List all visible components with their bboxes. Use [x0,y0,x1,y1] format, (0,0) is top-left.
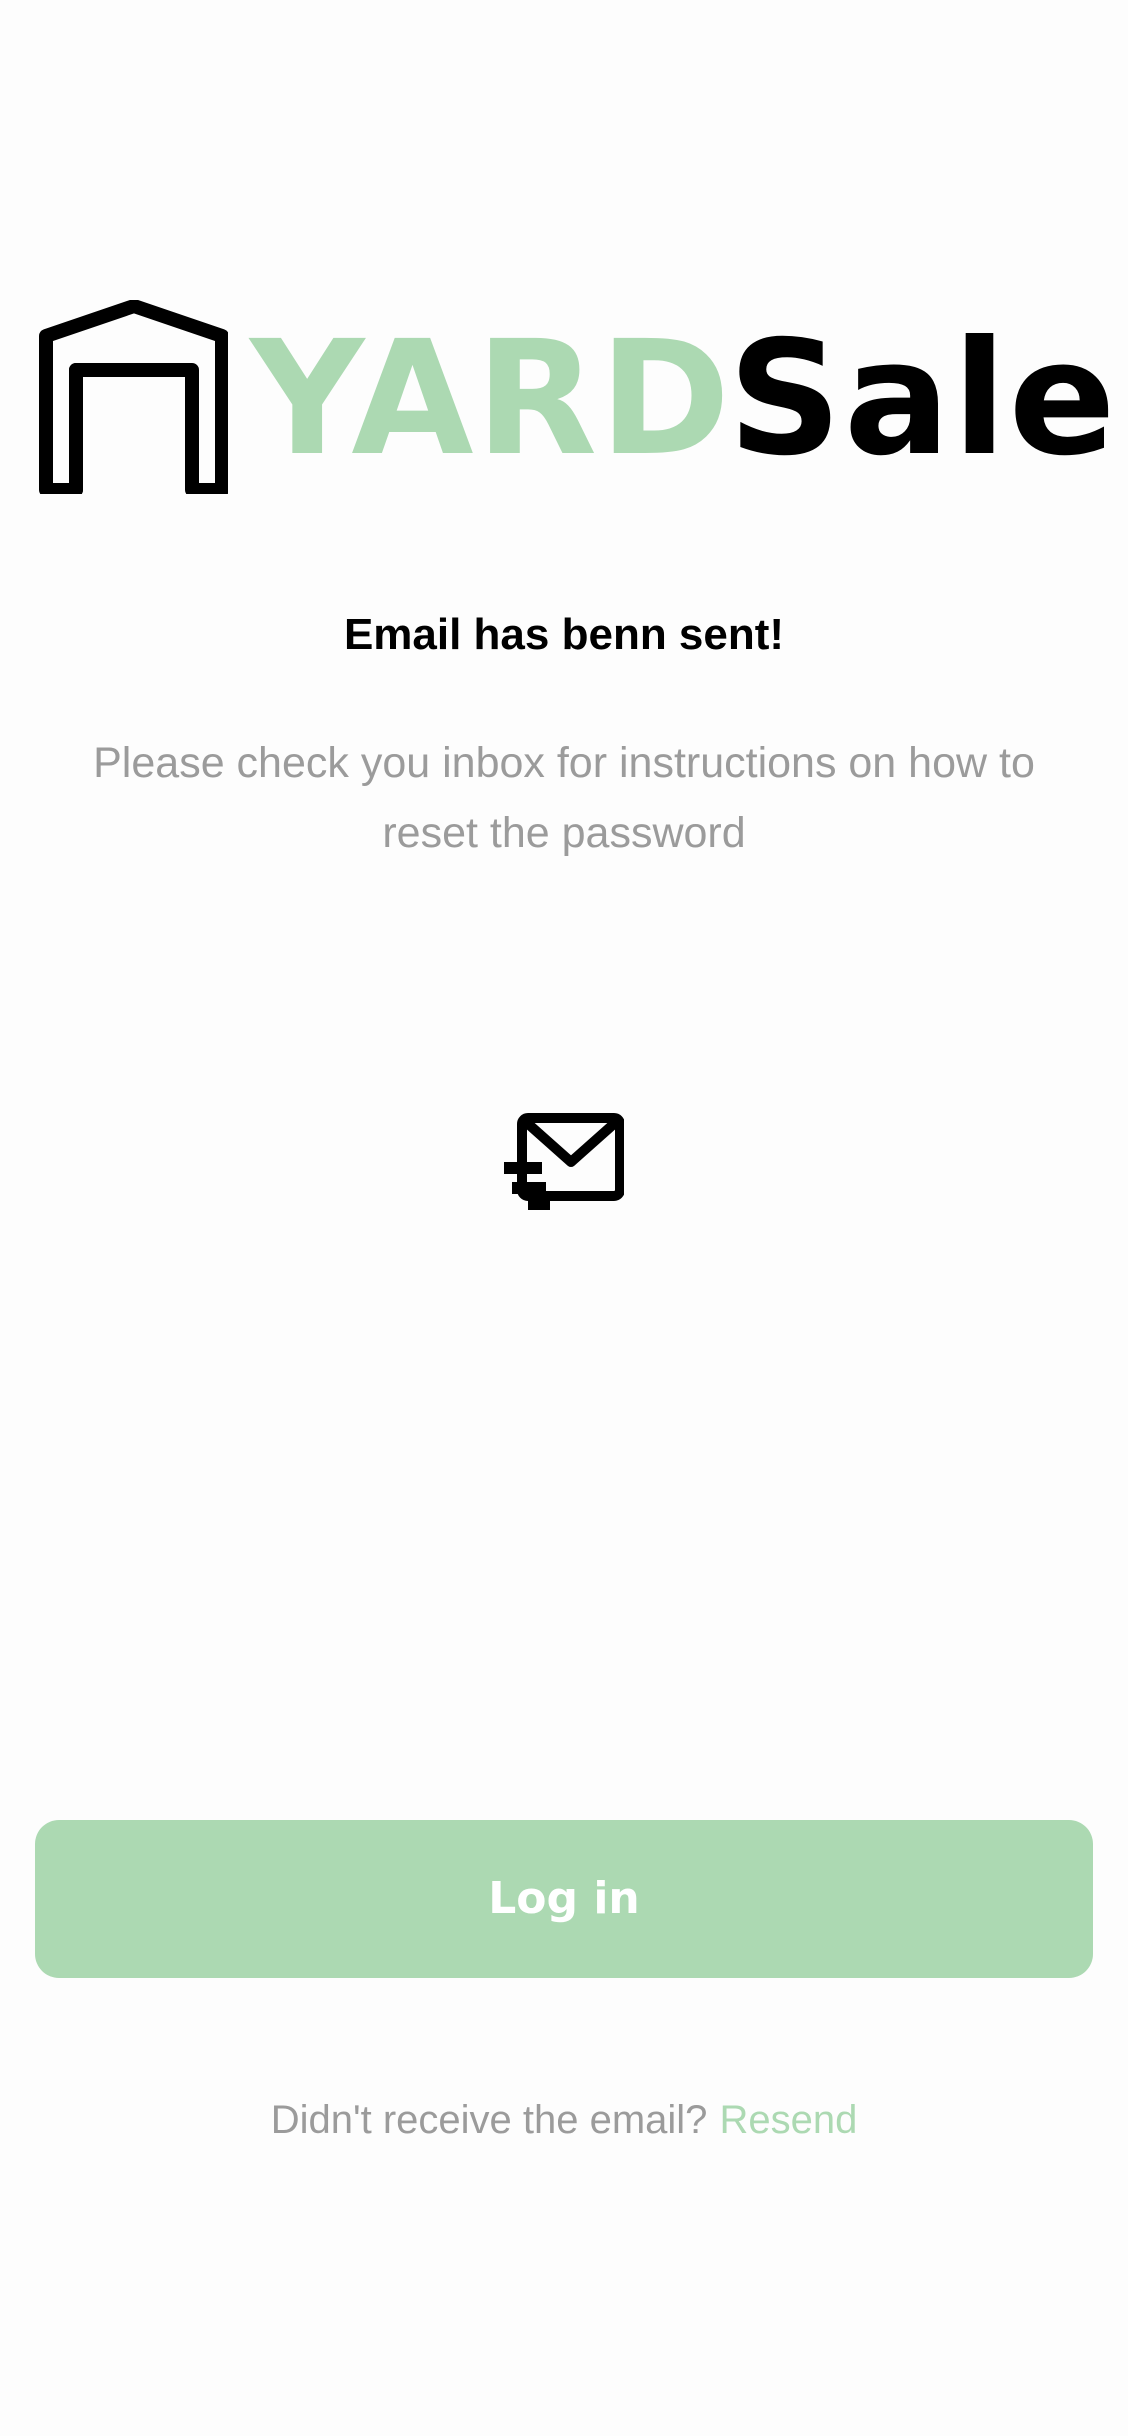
email-sent-screen: YARD Sale Email has benn sent! Please ch… [0,0,1128,2436]
email-sent-icon [504,1113,624,1210]
logo-word-yard: YARD [250,307,733,491]
yard-sale-logo: YARD Sale [38,300,1116,500]
logo-word-sale: Sale [728,307,1118,491]
login-button[interactable]: Log in [35,1820,1093,1978]
instructions-text: Please check you inbox for instructions … [93,739,1035,857]
resend-row: Didn't receive the email? Resend [0,2098,1128,2143]
resend-prompt: Didn't receive the email? [270,2098,708,2142]
resend-link[interactable]: Resend [719,2098,857,2142]
page-title: Email has benn sent! [343,610,785,659]
garage-house-icon [39,300,228,494]
